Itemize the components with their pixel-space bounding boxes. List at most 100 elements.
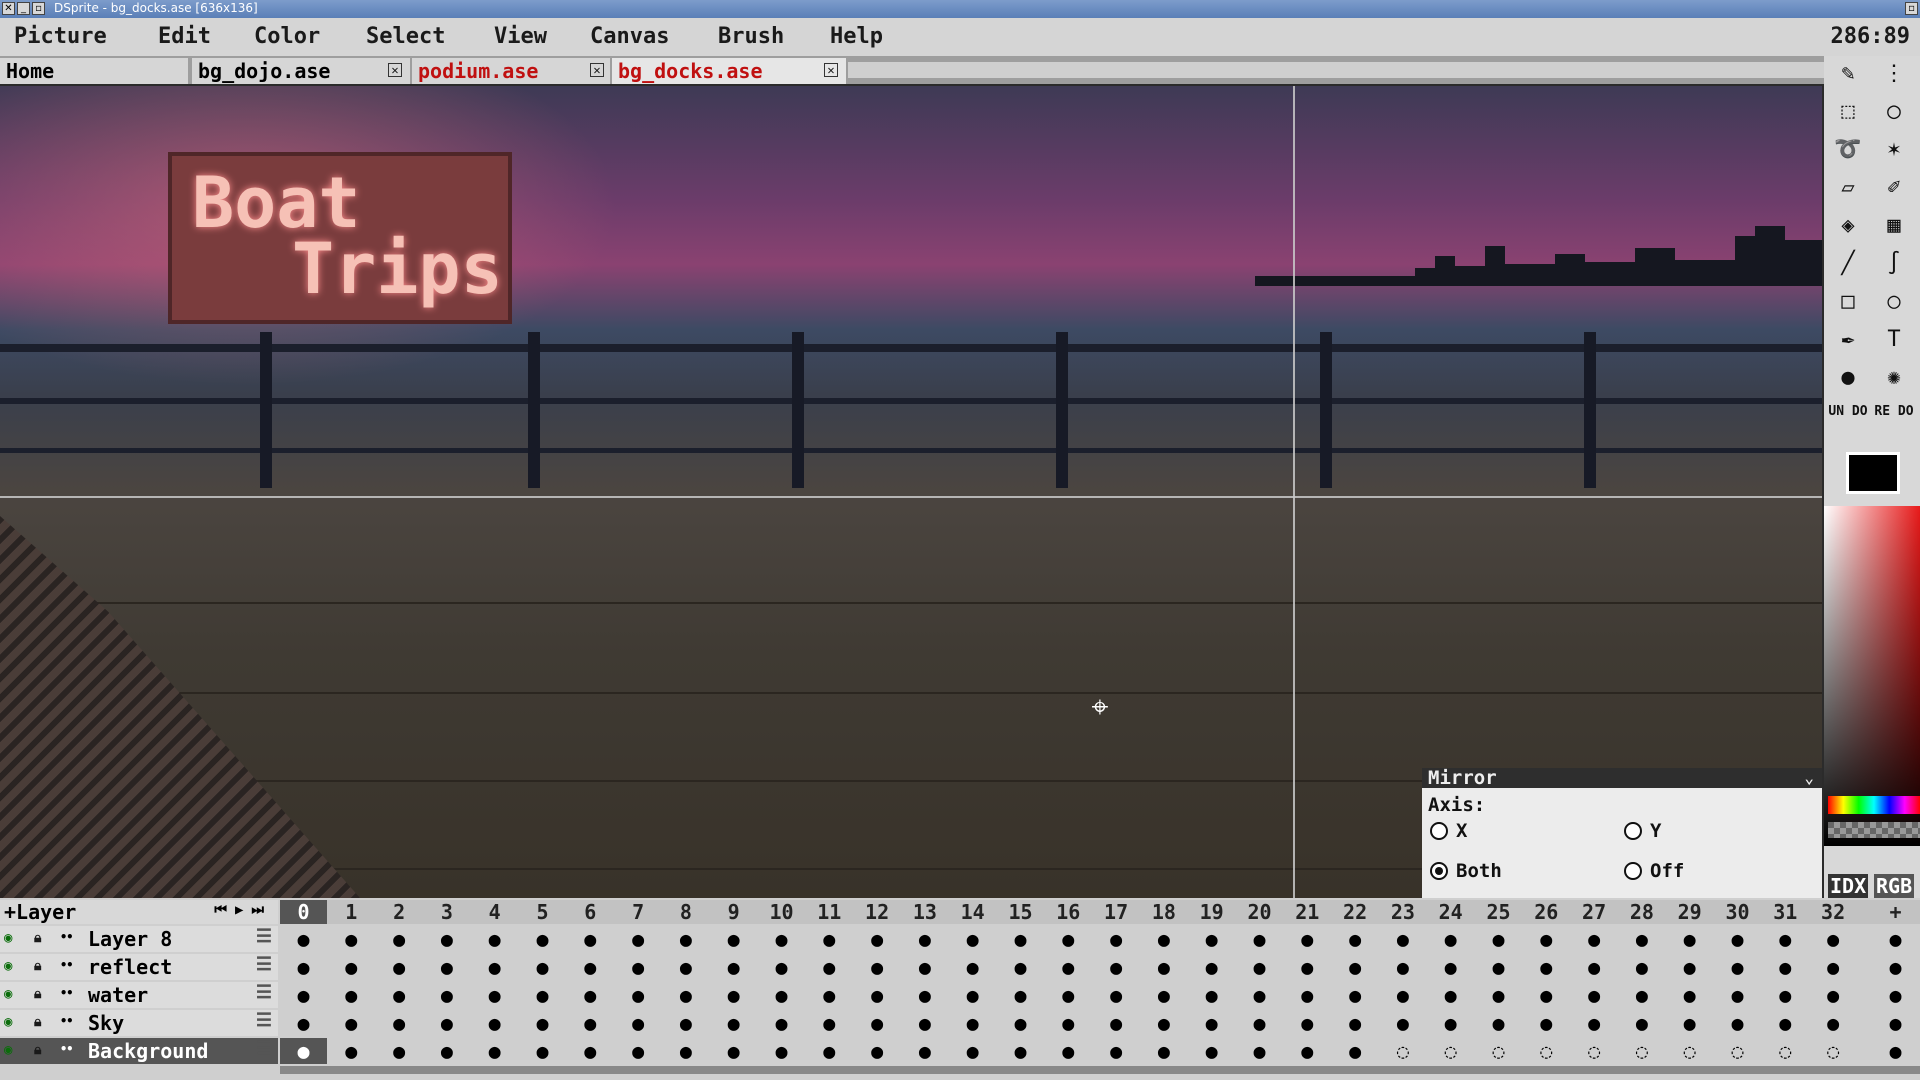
menu-view[interactable]: View [494, 24, 547, 49]
cel-icon[interactable]: ● [1284, 926, 1331, 952]
cel-icon[interactable]: ● [615, 926, 662, 952]
frame-number[interactable]: 28 [1618, 900, 1665, 924]
cel-icon[interactable]: ● [1475, 1010, 1522, 1036]
layer-name[interactable]: Layer 8 [88, 927, 172, 951]
close-tab-icon[interactable]: ✕ [388, 63, 402, 77]
cel-icon[interactable]: ● [1475, 954, 1522, 980]
cel-icon[interactable]: ● [567, 954, 614, 980]
cel-icon[interactable]: ● [1188, 954, 1235, 980]
close-tab-icon[interactable]: ✕ [824, 63, 838, 77]
lock-icon[interactable]: 🔒︎ [34, 930, 41, 946]
close-tab-icon[interactable]: ✕ [590, 63, 604, 77]
cel-icon[interactable]: ● [376, 954, 423, 980]
cel-icon[interactable]: ● [1475, 926, 1522, 952]
cel-icon[interactable]: ● [328, 1038, 375, 1064]
radio-y[interactable] [1624, 822, 1642, 840]
tab-home[interactable]: Home [0, 58, 188, 84]
cel-icon[interactable]: ● [567, 1010, 614, 1036]
cel-icon[interactable]: ● [901, 982, 948, 1008]
cel-icon[interactable]: ● [1810, 1010, 1857, 1036]
frame-number[interactable]: 19 [1188, 900, 1235, 924]
frame-number[interactable]: 22 [1332, 900, 1379, 924]
frame-number[interactable]: 4 [471, 900, 518, 924]
cel-icon[interactable]: ● [901, 1010, 948, 1036]
empty-cel-icon[interactable]: ◌ [1523, 1038, 1570, 1064]
cel-icon[interactable]: ● [1427, 982, 1474, 1008]
cel-icon[interactable]: ● [1427, 1010, 1474, 1036]
empty-cel-icon[interactable]: ◌ [1810, 1038, 1857, 1064]
cel-icon[interactable]: ● [423, 926, 470, 952]
cel-icon[interactable]: ● [1523, 982, 1570, 1008]
cel-icon[interactable]: ● [758, 1010, 805, 1036]
maximize-window-icon[interactable]: ▫ [32, 2, 45, 15]
frame-number[interactable]: 21 [1284, 900, 1331, 924]
frame-number[interactable]: 7 [615, 900, 662, 924]
cel-icon[interactable]: ● [1571, 1010, 1618, 1036]
radio-off[interactable] [1624, 862, 1642, 880]
cel-icon[interactable]: ● [1714, 1010, 1761, 1036]
pattern-brush-icon[interactable]: ✺ [1874, 362, 1914, 394]
menu-color[interactable]: Color [254, 24, 320, 49]
cel-icon[interactable]: ● [1236, 982, 1283, 1008]
cel-icon[interactable]: ● [710, 1038, 757, 1064]
cel-icon[interactable]: ● [519, 926, 566, 952]
menu-edit[interactable]: Edit [158, 24, 211, 49]
radio-both-label[interactable]: Both [1456, 860, 1502, 882]
empty-cel-icon[interactable]: ◌ [1475, 1038, 1522, 1064]
cel-icon[interactable]: ● [1045, 926, 1092, 952]
lock-icon[interactable]: 🔒︎ [34, 1042, 41, 1058]
eye-icon[interactable]: ◉ [4, 930, 12, 946]
frame-number[interactable]: 23 [1379, 900, 1426, 924]
link-icon[interactable]: •• [60, 930, 73, 944]
menu-select[interactable]: Select [366, 24, 445, 49]
cel-icon[interactable]: ● [615, 982, 662, 1008]
cel-icon[interactable]: ● [854, 1010, 901, 1036]
cel-icon[interactable]: ● [1475, 982, 1522, 1008]
cel-icon[interactable]: ● [519, 1010, 566, 1036]
cel-icon[interactable]: ● [1762, 1010, 1809, 1036]
empty-cel-icon[interactable]: ◌ [1666, 1038, 1713, 1064]
redo-button[interactable]: RE DO [1874, 402, 1914, 434]
cel-icon[interactable]: ● [949, 1010, 996, 1036]
frame-number[interactable]: 8 [662, 900, 709, 924]
cel-icon[interactable]: ● [1236, 954, 1283, 980]
cel-icon[interactable]: ● [1236, 1038, 1283, 1064]
empty-cel-icon[interactable]: ◌ [1571, 1038, 1618, 1064]
link-icon[interactable]: •• [60, 1042, 73, 1056]
hamburger-icon[interactable]: ☰ [256, 1010, 272, 1031]
menu-brush[interactable]: Brush [718, 24, 784, 49]
cel-icon[interactable]: ● [1714, 926, 1761, 952]
restore-window-icon[interactable]: ▫ [1905, 2, 1918, 15]
cel-icon[interactable]: ● [662, 1038, 709, 1064]
gradient-icon[interactable]: ▦ [1874, 210, 1914, 242]
eye-icon[interactable]: ◉ [4, 1014, 12, 1030]
menu-canvas[interactable]: Canvas [590, 24, 669, 49]
cel-icon[interactable]: ● [662, 1010, 709, 1036]
empty-cel-icon[interactable]: ◌ [1714, 1038, 1761, 1064]
layer-name[interactable]: Sky [88, 1011, 124, 1035]
frame-number[interactable]: 25 [1475, 900, 1522, 924]
cel-icon[interactable]: ● [1140, 926, 1187, 952]
lock-icon[interactable]: 🔒︎ [34, 1014, 41, 1030]
cel-icon[interactable]: ● [280, 982, 327, 1008]
layer-header[interactable]: ◉ 🔒︎ •• reflect ☰ [0, 954, 278, 980]
cel-icon[interactable]: ● [280, 1038, 327, 1064]
cel-icon[interactable]: ● [949, 954, 996, 980]
mirror-guide-horizontal[interactable] [0, 496, 1822, 498]
cel-icon[interactable]: ● [1571, 982, 1618, 1008]
cel-icon[interactable]: ● [1618, 982, 1665, 1008]
cel-icon[interactable]: ● [1332, 1038, 1379, 1064]
cel-icon[interactable]: ● [1188, 1038, 1235, 1064]
cel-icon[interactable]: ● [1666, 1010, 1713, 1036]
layer-name[interactable]: Background [88, 1039, 208, 1063]
empty-cel-icon[interactable]: ◌ [1762, 1038, 1809, 1064]
cel-icon[interactable]: ● [1140, 1038, 1187, 1064]
eraser-icon[interactable]: ▱ [1828, 172, 1868, 204]
cel-icon[interactable]: ● [854, 926, 901, 952]
frame-number[interactable]: 14 [949, 900, 996, 924]
cel-icon[interactable]: ● [1284, 1010, 1331, 1036]
cel-icon[interactable]: ● [1523, 1010, 1570, 1036]
cel-icon[interactable]: ● [1618, 926, 1665, 952]
cel-icon[interactable]: ● [376, 1038, 423, 1064]
cel-icon[interactable]: ● [1618, 954, 1665, 980]
